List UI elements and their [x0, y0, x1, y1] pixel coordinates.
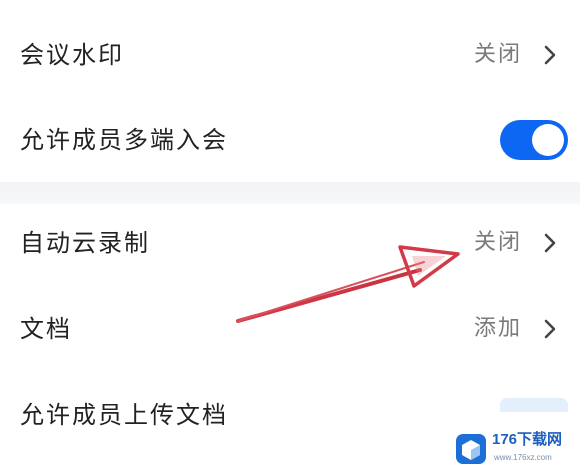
multi-device-join-toggle[interactable]	[500, 120, 568, 160]
setting-value: 关闭	[473, 230, 522, 255]
setting-row-auto-cloud-recording[interactable]: 自动云录制 关闭	[0, 226, 580, 260]
watermark-text: 176下载网	[492, 431, 563, 448]
chevron-right-icon	[544, 319, 556, 339]
setting-label: 会议水印	[20, 41, 124, 69]
setting-row-documents[interactable]: 文档 添加	[0, 312, 580, 346]
setting-label: 自动云录制	[20, 229, 150, 257]
watermark-url: www.176xz.com	[494, 453, 552, 462]
setting-row-multi-device-join: 允许成员多端入会	[0, 118, 580, 162]
setting-label: 文档	[20, 315, 72, 343]
section-divider	[0, 182, 580, 204]
setting-row-meeting-watermark[interactable]: 会议水印 关闭	[0, 38, 580, 72]
cube-logo-icon	[456, 434, 486, 464]
setting-value: 关闭	[473, 42, 522, 67]
toggle-knob	[532, 124, 564, 156]
upload-documents-toggle[interactable]	[500, 398, 568, 412]
chevron-right-icon	[544, 45, 556, 65]
chevron-right-icon	[544, 233, 556, 253]
setting-label: 允许成员多端入会	[20, 126, 228, 154]
setting-value: 添加	[473, 316, 522, 341]
setting-label: 允许成员上传文档	[20, 401, 228, 429]
site-watermark: 176下载网 www.176xz.com	[454, 426, 572, 470]
